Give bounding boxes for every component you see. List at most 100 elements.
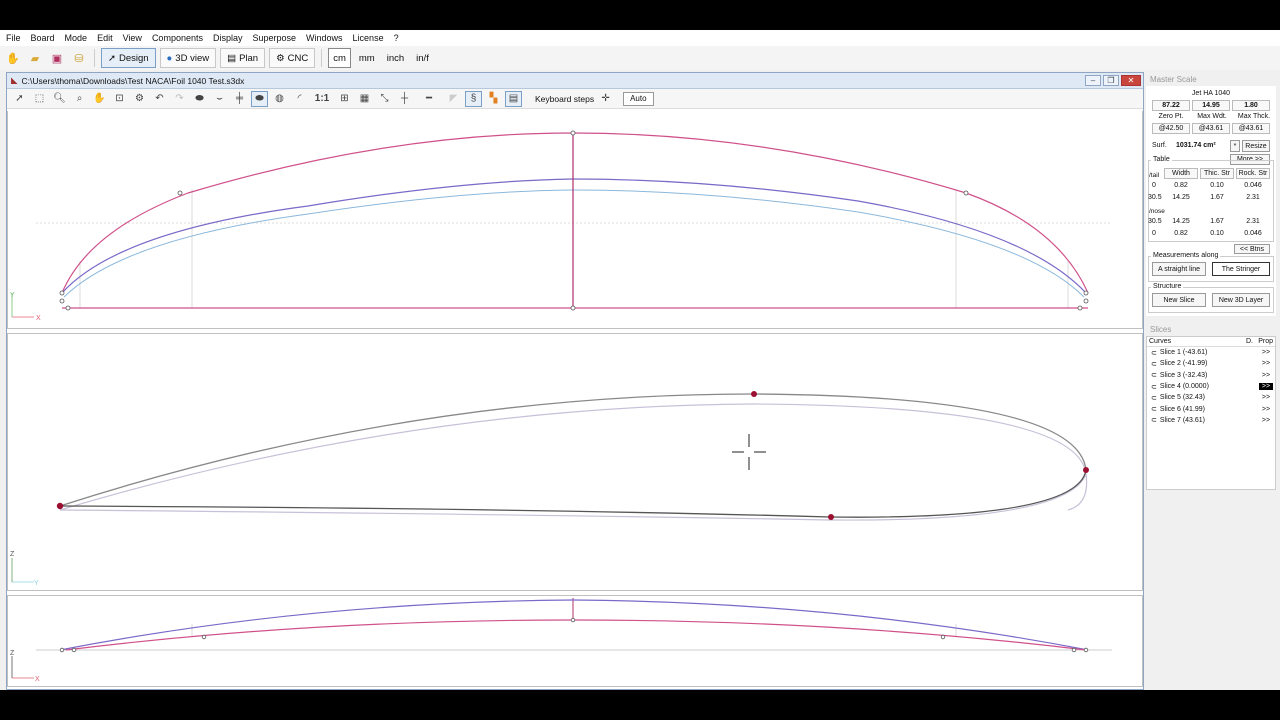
row2-thic[interactable]: 1.67 (1200, 218, 1234, 225)
row3-rock[interactable]: 0.046 (1236, 230, 1270, 237)
design-mode-button[interactable]: ➚ Design (101, 48, 156, 68)
outline-curve[interactable] (61, 132, 1089, 294)
rocker-view[interactable]: Z X (7, 595, 1143, 687)
slice-view[interactable]: Z Y (7, 333, 1143, 591)
foil-control-points[interactable] (56, 391, 1089, 520)
rocker-view-icon[interactable]: ⌣ (211, 91, 228, 107)
settings-icon[interactable]: ⚙ (131, 91, 148, 107)
outline-canvas[interactable]: X Y (8, 111, 1144, 329)
menu-components[interactable]: Components (152, 33, 203, 43)
cnc-button[interactable]: ⚙ CNC (269, 48, 316, 68)
hand-icon[interactable]: ✋ (4, 49, 22, 67)
zero-point-value[interactable]: @42.50 (1152, 123, 1190, 134)
3d-shape-icon[interactable]: ◍ (271, 91, 288, 107)
stringer-icon[interactable]: ━ (416, 91, 442, 107)
minimize-button[interactable]: – (1085, 75, 1101, 86)
redo-icon[interactable]: ↷ (171, 91, 188, 107)
slice-view-icon[interactable]: ╪ (231, 91, 248, 107)
slice-properties-button[interactable]: >> (1259, 372, 1273, 379)
row0-thic[interactable]: 0.10 (1200, 182, 1234, 189)
row0-rock[interactable]: 0.046 (1236, 182, 1270, 189)
slice-properties-button[interactable]: >> (1259, 360, 1273, 367)
plan-button[interactable]: ▤ Plan (220, 48, 266, 68)
new-3d-layer-button[interactable]: New 3D Layer (1212, 293, 1270, 307)
row2-rock[interactable]: 2.31 (1236, 218, 1270, 225)
grid-icon[interactable]: ⊞ (336, 91, 353, 107)
export-icon[interactable]: ⛁ (70, 49, 88, 67)
restore-button[interactable]: ❐ (1103, 75, 1119, 86)
deck-curve[interactable] (59, 599, 1089, 651)
slice-row[interactable]: ⊂ Slice 6 (41.99) >> (1147, 403, 1275, 414)
menu-superpose[interactable]: Superpose (252, 33, 296, 43)
slice-properties-button[interactable]: >> (1259, 417, 1273, 424)
zoom-icon[interactable]: 🔍︎ (51, 91, 68, 107)
slice-row[interactable]: ⊂ Slice 2 (-41.99) >> (1147, 358, 1275, 369)
foil-bottom-curve[interactable] (59, 469, 1087, 518)
menu-license[interactable]: License (353, 33, 384, 43)
menu-board[interactable]: Board (31, 33, 55, 43)
menu-windows[interactable]: Windows (306, 33, 343, 43)
select-arrow-icon[interactable]: ➚ (11, 91, 28, 107)
menu-view[interactable]: View (123, 33, 142, 43)
zoom-window-icon[interactable]: ⌕ (71, 91, 88, 107)
buttons-toggle[interactable]: << Btns (1234, 244, 1270, 254)
row1-width[interactable]: 14.25 (1164, 194, 1198, 201)
max-width-pos[interactable]: @43.61 (1192, 123, 1230, 134)
fit-icon[interactable]: ⊡ (111, 91, 128, 107)
menu-edit[interactable]: Edit (97, 33, 113, 43)
close-button[interactable]: ✕ (1121, 75, 1141, 86)
select-box-icon[interactable]: ⬚ (31, 91, 48, 107)
outline-view-icon[interactable]: ⬬ (191, 91, 208, 107)
foil-upper-curve[interactable] (59, 393, 1087, 507)
star-button[interactable]: * (1230, 140, 1240, 152)
menu-help[interactable]: ? (394, 33, 399, 43)
color-icon[interactable]: ▚ (485, 91, 502, 107)
menu-file[interactable]: File (6, 33, 21, 43)
row3-width[interactable]: 0.82 (1164, 230, 1198, 237)
auto-button[interactable]: Auto (623, 91, 654, 106)
slice-properties-button[interactable]: >> (1259, 406, 1273, 413)
pan-icon[interactable]: ✋ (91, 91, 108, 107)
table-icon[interactable]: ▦ (356, 91, 373, 107)
tool-disabled-icon[interactable]: ◤ (445, 91, 462, 107)
stringer-button[interactable]: The Stringer (1212, 262, 1270, 276)
resize-button[interactable]: Resize (1242, 140, 1270, 152)
slice-properties-button[interactable]: >> (1259, 383, 1273, 391)
undo-icon[interactable]: ↶ (151, 91, 168, 107)
row0-width[interactable]: 0.82 (1164, 182, 1198, 189)
menu-display[interactable]: Display (213, 33, 243, 43)
scale-label[interactable]: 1:1 (311, 91, 333, 107)
unit-inch[interactable]: inch (383, 48, 408, 68)
row1-rock[interactable]: 2.31 (1236, 194, 1270, 201)
width-value[interactable]: 14.95 (1192, 100, 1230, 111)
row1-thic[interactable]: 1.67 (1200, 194, 1234, 201)
slice-row[interactable]: ⊂ Slice 3 (-32.43) >> (1147, 370, 1275, 381)
max-thickness-pos[interactable]: @43.61 (1232, 123, 1270, 134)
outline-points[interactable] (59, 130, 1089, 311)
slice-canvas[interactable]: Z Y (8, 334, 1144, 592)
slice-row[interactable]: ⊂ Slice 5 (32.43) >> (1147, 392, 1275, 403)
save-icon[interactable]: ▣ (48, 49, 66, 67)
slice-row[interactable]: ⊂ Slice 1 (-43.61) >> (1147, 347, 1275, 358)
row2-width[interactable]: 14.25 (1164, 218, 1198, 225)
measure-icon[interactable]: ⤡ (376, 91, 393, 107)
thickness-curve[interactable] (61, 178, 1087, 294)
thickness-value[interactable]: 1.80 (1232, 100, 1270, 111)
straight-line-button[interactable]: A straight line (1152, 262, 1206, 276)
length-value[interactable]: 87.22 (1152, 100, 1190, 111)
symmetry-icon[interactable]: § (465, 90, 482, 107)
unit-mm[interactable]: mm (355, 48, 379, 68)
new-slice-button[interactable]: New Slice (1152, 293, 1206, 307)
rocker-canvas[interactable]: Z X (8, 596, 1144, 688)
unit-in-f[interactable]: in/f (412, 48, 433, 68)
menu-mode[interactable]: Mode (65, 33, 88, 43)
rocker-curve[interactable] (63, 189, 1085, 298)
row3-thic[interactable]: 0.10 (1200, 230, 1234, 237)
unit-cm[interactable]: cm (328, 48, 351, 68)
slice-row[interactable]: ⊂ Slice 4 (0.0000) >> (1147, 381, 1275, 392)
slice-properties-button[interactable]: >> (1259, 349, 1273, 356)
3d-view-button[interactable]: ● 3D view (159, 48, 217, 68)
open-folder-icon[interactable]: ▰ (26, 49, 44, 67)
slice-properties-button[interactable]: >> (1259, 394, 1273, 401)
fin-icon[interactable]: ◜ (291, 91, 308, 107)
